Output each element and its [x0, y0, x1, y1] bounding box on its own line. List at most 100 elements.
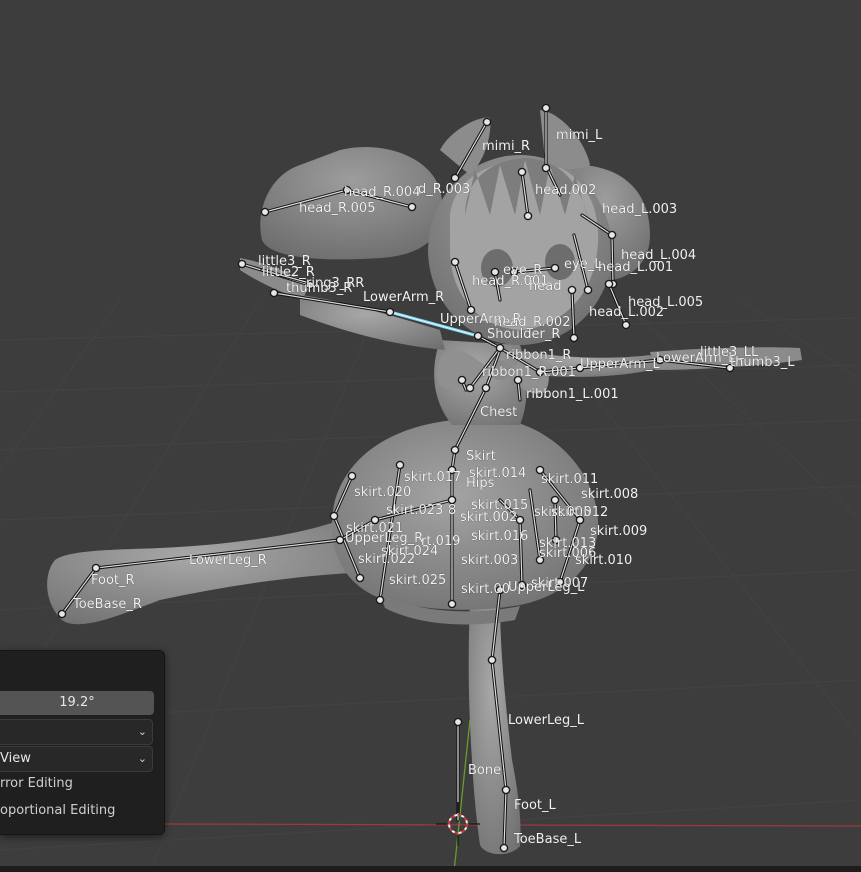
- bone-label-head-l-003: head_L.003: [602, 202, 677, 217]
- bone-joint[interactable]: [450, 173, 460, 183]
- bone-joint[interactable]: [91, 563, 101, 573]
- bone-joint[interactable]: [541, 103, 551, 113]
- bone-joint[interactable]: [569, 333, 579, 343]
- bone-label-upperleg-l: UpperLeg_L: [508, 580, 585, 595]
- bone-joint[interactable]: [407, 202, 417, 212]
- bone-label-skirt-022: skirt.022: [358, 552, 415, 567]
- bone-joint[interactable]: [495, 343, 505, 353]
- proportional-editing-checkbox[interactable]: oportional Editing: [0, 803, 115, 818]
- bone-label-skirt: Skirt: [466, 449, 496, 464]
- orientation-dropdown[interactable]: ⌄: [0, 719, 153, 745]
- bone-joint[interactable]: [450, 257, 460, 267]
- chevron-down-icon: ⌄: [137, 725, 147, 738]
- bone-label-thumb3-l: thumb3_L: [730, 355, 795, 370]
- bone-label-bone: Bone: [468, 763, 501, 778]
- bone-label-skirt-020: skirt.020: [354, 485, 411, 500]
- bone-label-skirt-003: skirt.003: [461, 553, 518, 568]
- bone-label-skirt-009: skirt.009: [590, 524, 647, 539]
- bone-joint[interactable]: [550, 263, 560, 273]
- bone-joint[interactable]: [501, 785, 511, 795]
- adjust-last-operation-panel: 19.2° ⌄ View ⌄ rror Editing oportional E…: [0, 650, 165, 835]
- bone-label-head-r-003: d_R.003: [418, 182, 470, 197]
- mirror-editing-label: rror Editing: [0, 776, 73, 791]
- bone-joint[interactable]: [447, 599, 457, 609]
- bone-joint[interactable]: [465, 383, 475, 393]
- bone-label-toebase-r: ToeBase_R: [72, 597, 142, 612]
- bone-joint[interactable]: [550, 495, 560, 505]
- bone-label-ribbon1-r-001: ribbon1_R.001: [482, 365, 576, 380]
- bone-label-skirt-018: 8: [448, 503, 456, 518]
- proportional-editing-label: oportional Editing: [0, 803, 116, 818]
- chevron-down-icon: ⌄: [137, 752, 147, 765]
- bone-label-lowerleg-r: LowerLeg_R: [189, 553, 267, 568]
- bone-joint[interactable]: [523, 211, 533, 221]
- bone-joint[interactable]: [541, 163, 551, 173]
- bone-joint[interactable]: [395, 460, 405, 470]
- status-bar: [0, 866, 861, 872]
- bone-label-skirt-014: skirt.014: [469, 466, 526, 481]
- bone-label-toebase-l: ToeBase_L: [513, 832, 582, 847]
- mirror-editing-checkbox[interactable]: rror Editing: [0, 776, 73, 791]
- angle-field[interactable]: 19.2°: [0, 691, 154, 715]
- bone-joint[interactable]: [481, 383, 491, 393]
- bone-joint[interactable]: [347, 471, 357, 481]
- bone-joint[interactable]: [499, 843, 509, 853]
- bone-label-upperarm-r: UpperArm_R: [440, 312, 522, 327]
- 3d-cursor[interactable]: [436, 802, 480, 846]
- bone-label-ribbon1-l-001: ribbon1_L.001: [526, 387, 619, 402]
- bone-label-skirt-025: skirt.025: [389, 573, 446, 588]
- bone-joint[interactable]: [515, 515, 525, 525]
- bone-joint[interactable]: [260, 207, 270, 217]
- bone-label-thumb3-r: thumb3_R: [286, 281, 352, 296]
- bone-label-ribbon1-r: ribbon1_R: [506, 348, 571, 363]
- bone-label-mimi-r: mimi_R: [482, 139, 530, 154]
- bone-label-lowerleg-l: LowerLeg_L: [508, 713, 585, 728]
- bone-label-head-r-005: head_R.005: [299, 201, 375, 216]
- bone-joint[interactable]: [57, 609, 67, 619]
- bone-joint[interactable]: [607, 230, 617, 240]
- bone-joint[interactable]: [375, 595, 385, 605]
- bone-joint[interactable]: [517, 167, 527, 177]
- bone-joint[interactable]: [567, 285, 577, 295]
- bone-joint[interactable]: [269, 288, 279, 298]
- bone-joint[interactable]: [453, 717, 463, 727]
- bone-label-skirt-012: skirt.012: [551, 505, 608, 520]
- bone-label-skirt-016: skirt.016: [471, 529, 528, 544]
- bone-joint[interactable]: [583, 285, 593, 295]
- bone-joint[interactable]: [335, 535, 345, 545]
- bone-label-skirt-010: skirt.010: [575, 553, 632, 568]
- bone-joint[interactable]: [473, 331, 483, 341]
- bone-joint[interactable]: [385, 307, 395, 317]
- bone-label-skirt-004: skirt.00: [461, 582, 510, 597]
- bone-joint[interactable]: [457, 375, 467, 385]
- bone-label-skirt-023: skirt.023: [386, 503, 443, 518]
- bone-label-upperarm-l: UpperArm_L: [580, 357, 661, 372]
- angle-value: 19.2°: [59, 695, 95, 710]
- bone-label-lowerarm-r: LowerArm_R: [363, 290, 444, 305]
- bone-label-foot-l: Foot_L: [514, 798, 557, 813]
- bone-joint[interactable]: [482, 117, 492, 127]
- bone-joint[interactable]: [621, 320, 631, 330]
- bone-label-mimi-l: mimi_L: [556, 128, 603, 143]
- bone-label-head: head: [529, 279, 561, 294]
- bone-label-eye-l: eye_L: [564, 257, 602, 272]
- bone-label-skirt-011: skirt.011: [541, 472, 598, 487]
- bone-label-skirt-002: skirt.002: [460, 510, 517, 525]
- bone-label-foot-r: Foot_R: [91, 573, 135, 588]
- bone-joint[interactable]: [329, 511, 339, 521]
- bone-joint[interactable]: [487, 655, 497, 665]
- bone-label-head-r-004: head_R.004: [344, 185, 420, 200]
- bone-label-head-l-002: head_L.002: [589, 305, 664, 320]
- bone-joint[interactable]: [450, 445, 460, 455]
- view-dropdown[interactable]: View ⌄: [0, 746, 153, 772]
- bone-label-chest: Chest: [480, 405, 517, 420]
- bone-joint[interactable]: [237, 259, 247, 269]
- bone-label-skirt-017: skirt.017: [404, 470, 461, 485]
- bone-label-shoulder-r: Shoulder_R: [487, 327, 560, 342]
- bone-joint[interactable]: [355, 573, 365, 583]
- view-dropdown-value: View: [0, 751, 31, 766]
- bone-label-head-002: head.002: [535, 183, 596, 198]
- bone-label-head-l-001: head_L.001: [598, 260, 673, 275]
- bone-label-skirt-008: skirt.008: [581, 487, 638, 502]
- bone-joint[interactable]: [604, 279, 614, 289]
